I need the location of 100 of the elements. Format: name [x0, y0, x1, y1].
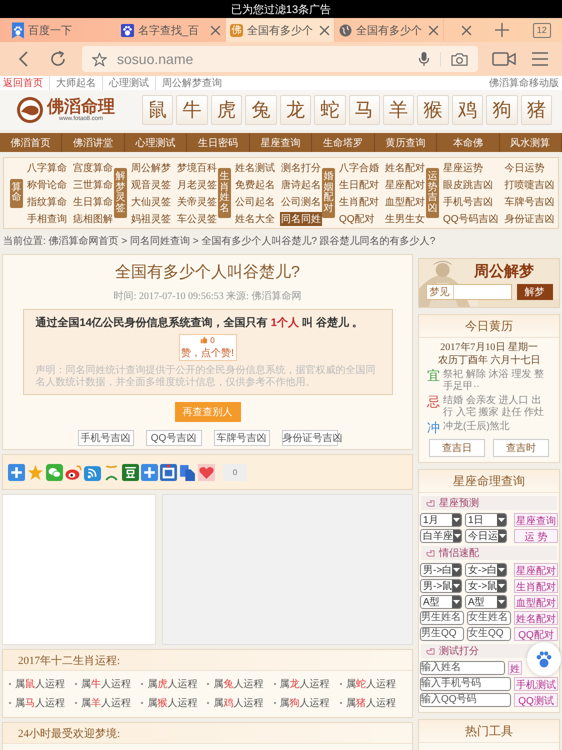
menu-link[interactable]: 星座运势 — [442, 160, 500, 174]
menu-link[interactable]: 身份证吉凶 — [504, 212, 556, 226]
tab-count-button[interactable]: 12 — [532, 22, 551, 38]
menu-link[interactable]: 八字算命 — [26, 160, 68, 174]
zodiac-button[interactable]: 猴 — [417, 95, 449, 125]
top-link[interactable]: 返回首页 — [3, 76, 49, 90]
menu-link[interactable]: 姓名测试 — [234, 160, 276, 174]
almanac-button[interactable]: 查吉时 — [493, 439, 549, 457]
query-button[interactable]: 姓名配对 — [514, 610, 558, 624]
mobile-version-link[interactable]: 佛滔算命移动版 — [489, 76, 559, 90]
input-field[interactable]: 输入手机号码 — [420, 676, 511, 690]
dropdown[interactable]: 1日 — [465, 512, 507, 526]
menu-link[interactable]: 月老灵签 — [176, 178, 218, 192]
reload-icon[interactable] — [48, 49, 68, 69]
input-field[interactable]: 男生姓名 — [420, 610, 464, 624]
fortune-link[interactable]: 属牛人运程 — [75, 677, 142, 691]
dropdown[interactable]: 女->白 — [465, 562, 507, 576]
menu-link[interactable]: 周公解梦 — [130, 160, 172, 174]
menu-link[interactable]: 生肖配对 — [338, 194, 380, 208]
zodiac-button[interactable]: 羊 — [382, 95, 414, 125]
query-button[interactable]: 生肖配对 — [514, 578, 558, 592]
menu-link[interactable]: 今日运势 — [504, 160, 556, 174]
zodiac-button[interactable]: 牛 — [176, 95, 208, 125]
zodiac-button[interactable]: 狗 — [486, 95, 518, 125]
fortune-link[interactable]: 属龙人运程 — [274, 677, 340, 691]
copy-icon[interactable] — [179, 464, 196, 480]
fortune-link[interactable]: 属猪人运程 — [340, 696, 406, 710]
menu-link[interactable]: 痣相图解 — [72, 212, 114, 226]
nav-item[interactable]: 本命佛 — [437, 133, 500, 152]
menu-link[interactable]: QQ号码吉凶 — [442, 212, 500, 226]
menu-link[interactable]: 免费起名 — [234, 178, 276, 192]
query-button[interactable]: QQ测试 — [514, 692, 558, 706]
new-tab-icon[interactable] — [494, 22, 510, 38]
fortune-link[interactable]: 属狗人运程 — [274, 696, 340, 710]
nav-item[interactable]: 风水测算 — [500, 133, 562, 152]
chat-icon[interactable] — [46, 464, 63, 480]
fortune-link[interactable]: 属鼠人运程 — [9, 677, 76, 691]
logo-emblem-icon[interactable] — [16, 96, 44, 124]
input-field[interactable]: 男生QQ — [420, 626, 464, 640]
close-icon[interactable] — [461, 24, 472, 36]
dropdown[interactable]: 男->鼠 — [420, 578, 462, 592]
dropdown[interactable]: 今日运 — [465, 528, 507, 542]
input-field[interactable]: 输入QQ号码 — [420, 692, 511, 706]
camera-icon[interactable] — [451, 52, 468, 66]
menu-link[interactable]: 唐诗起名 — [280, 178, 322, 192]
menu-link[interactable]: 梦境百科 — [176, 160, 218, 174]
fortune-link[interactable]: 属羊人运程 — [75, 696, 142, 710]
dropdown[interactable]: 男->白 — [420, 562, 462, 576]
fortune-link[interactable]: 属马人运程 — [9, 696, 76, 710]
nav-item[interactable]: 星座查询 — [250, 133, 312, 152]
logo-title[interactable]: 佛滔命理 — [47, 98, 115, 116]
microphone-icon[interactable] — [418, 51, 430, 67]
fortune-link[interactable]: 属猴人运程 — [141, 696, 208, 710]
close-tab-icon[interactable] — [210, 24, 221, 36]
almanac-button[interactable]: 查吉日 — [429, 439, 485, 457]
close-tab-icon[interactable] — [428, 24, 439, 36]
menu-link[interactable]: 星座配对 — [384, 178, 426, 192]
menu-link[interactable]: 妈祖灵签 — [130, 212, 172, 226]
wave-icon[interactable] — [103, 464, 120, 480]
nav-item[interactable]: 生命塔罗 — [312, 133, 375, 152]
menu-link[interactable]: 生日配对 — [338, 178, 380, 192]
rss-icon[interactable] — [84, 464, 101, 480]
plus-icon[interactable] — [8, 464, 25, 480]
input-field[interactable]: 女生QQ — [467, 626, 511, 640]
menu-link[interactable]: 同名同姓 — [280, 212, 322, 226]
fortune-link[interactable]: 属蛇人运程 — [340, 677, 406, 691]
like-button[interactable]: 0 赞，点个赞! — [178, 334, 236, 361]
nav-item[interactable]: 黄历查询 — [374, 133, 438, 152]
menu-link[interactable]: 关帝灵签 — [176, 194, 218, 208]
zodiac-button[interactable]: 鸡 — [452, 95, 484, 125]
menu-link[interactable]: 生男生女 — [384, 212, 426, 226]
menu-link[interactable]: 宫度算命 — [72, 160, 114, 174]
menu-link[interactable]: 公司测名 — [280, 194, 322, 208]
menu-link[interactable]: 生日算命 — [72, 194, 114, 208]
menu-link[interactable]: 八字合婚 — [338, 160, 380, 174]
tool-button[interactable]: 车牌号吉凶 — [214, 430, 270, 446]
interpret-button[interactable]: 解梦 — [516, 284, 552, 300]
nav-item[interactable]: 佛滔首页 — [0, 133, 62, 152]
pin-square-icon[interactable] — [160, 464, 177, 480]
dropdown[interactable]: 白羊座 — [420, 528, 462, 542]
tool-button[interactable]: 手机号吉凶 — [78, 430, 134, 446]
zodiac-button[interactable]: 鼠 — [142, 95, 174, 125]
browser-tab[interactable]: 佛 全国有多少个 — [226, 18, 335, 42]
menu-link[interactable]: 血型配对 — [384, 194, 426, 208]
menu-link[interactable]: 姓名配对 — [384, 160, 426, 174]
menu-link[interactable]: 手机号吉凶 — [442, 194, 500, 208]
nav-item[interactable]: 心理测试 — [124, 133, 188, 152]
query-button[interactable]: 星座查询 — [514, 512, 558, 526]
menu-link[interactable]: 测名打分 — [280, 160, 322, 174]
menu-link[interactable]: QQ配对 — [338, 212, 380, 226]
query-button[interactable]: 运 势 — [514, 528, 558, 542]
input-field[interactable]: 输入姓名 — [420, 660, 505, 674]
zodiac-button[interactable]: 兔 — [245, 95, 277, 125]
zodiac-button[interactable]: 马 — [348, 95, 380, 125]
menu-link[interactable]: 指纹算命 — [26, 194, 68, 208]
query-button[interactable]: 血型配对 — [514, 594, 558, 608]
zodiac-button[interactable]: 蛇 — [314, 95, 346, 125]
menu-link[interactable]: 车公灵签 — [176, 212, 218, 226]
menu-link[interactable]: 车牌号吉凶 — [504, 194, 556, 208]
input-field[interactable]: 女生姓名 — [467, 610, 511, 624]
